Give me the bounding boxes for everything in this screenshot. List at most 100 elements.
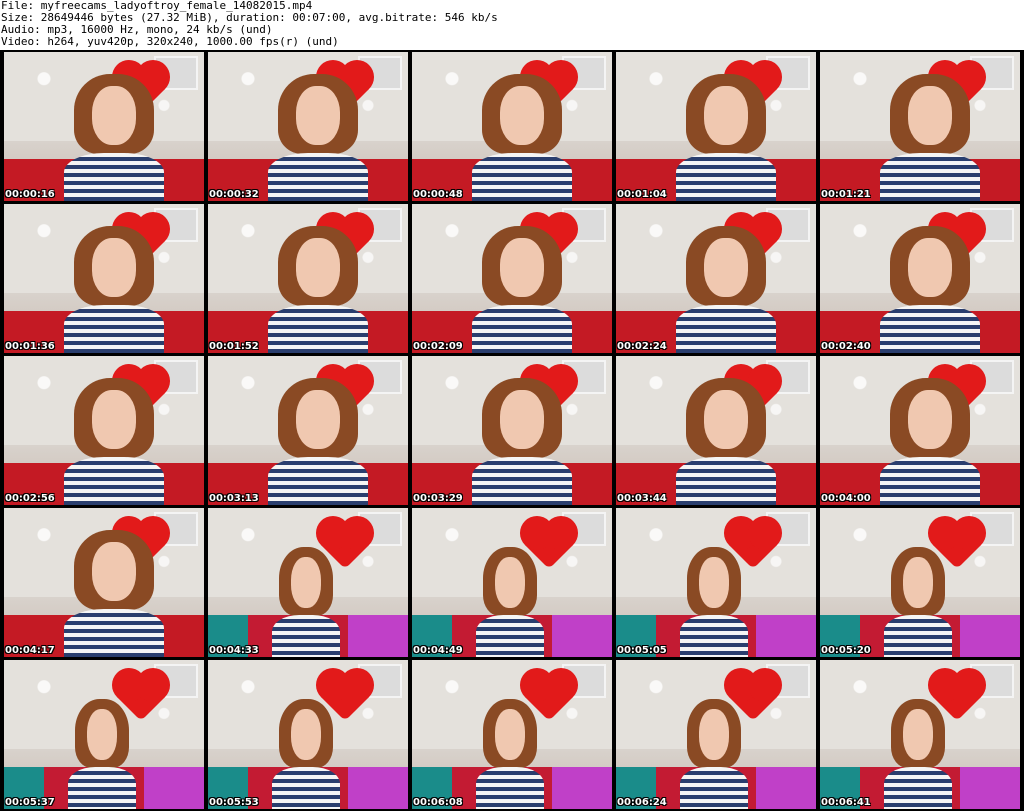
face: [495, 709, 525, 761]
timestamp-label: 00:01:52: [209, 341, 259, 352]
timestamp-label: 00:03:13: [209, 493, 259, 504]
face: [495, 557, 525, 609]
striped-shirt: [272, 767, 340, 809]
person: [680, 541, 748, 657]
video-thumbnail: 00:04:00: [820, 356, 1020, 505]
striped-shirt: [476, 615, 544, 657]
video-thumbnail: 00:01:04: [616, 52, 816, 201]
timestamp-label: 00:00:16: [5, 189, 55, 200]
timestamp-label: 00:05:20: [821, 645, 871, 656]
face: [704, 237, 748, 297]
face: [903, 709, 933, 761]
video-thumbnail: 00:02:24: [616, 204, 816, 353]
face: [92, 541, 136, 601]
file-info-header: File: myfreecams_ladyoftroy_female_14082…: [0, 0, 1024, 50]
timestamp-label: 00:01:04: [617, 189, 667, 200]
person: [272, 693, 340, 809]
person: [676, 371, 776, 505]
video-thumbnail: 00:05:20: [820, 508, 1020, 657]
face: [92, 237, 136, 297]
video-thumbnail: 00:06:24: [616, 660, 816, 809]
face: [500, 85, 544, 145]
striped-shirt: [272, 615, 340, 657]
timestamp-label: 00:04:17: [5, 645, 55, 656]
timestamp-label: 00:04:00: [821, 493, 871, 504]
striped-shirt: [472, 152, 572, 201]
person: [268, 67, 368, 201]
face: [908, 389, 952, 449]
striped-shirt: [64, 304, 164, 353]
face: [291, 709, 321, 761]
video-thumbnail: 00:03:44: [616, 356, 816, 505]
face: [92, 85, 136, 145]
striped-shirt: [268, 152, 368, 201]
thumbnail-grid: 00:00:16 00:00:32 00:00:48 00:01:04 00:01:21…: [0, 50, 1024, 811]
striped-shirt: [476, 767, 544, 809]
timestamp-label: 00:01:21: [821, 189, 871, 200]
video-thumbnail: 00:06:41: [820, 660, 1020, 809]
striped-shirt: [676, 152, 776, 201]
striped-shirt: [64, 152, 164, 201]
person: [268, 219, 368, 353]
striped-shirt: [880, 152, 980, 201]
timestamp-label: 00:03:29: [413, 493, 463, 504]
timestamp-label: 00:02:40: [821, 341, 871, 352]
person: [472, 219, 572, 353]
striped-shirt: [68, 767, 136, 809]
person: [272, 541, 340, 657]
person: [472, 67, 572, 201]
face: [704, 389, 748, 449]
timestamp-label: 00:01:36: [5, 341, 55, 352]
striped-shirt: [268, 456, 368, 505]
striped-shirt: [64, 608, 164, 657]
video-thumbnail: 00:04:49: [412, 508, 612, 657]
person: [472, 371, 572, 505]
person: [880, 219, 980, 353]
face: [92, 389, 136, 449]
face: [500, 237, 544, 297]
person: [64, 67, 164, 201]
timestamp-label: 00:05:53: [209, 797, 259, 808]
striped-shirt: [880, 304, 980, 353]
face: [699, 557, 729, 609]
video-thumbnail: 00:00:48: [412, 52, 612, 201]
striped-shirt: [676, 304, 776, 353]
person: [884, 693, 952, 809]
video-thumbnail: 00:06:08: [412, 660, 612, 809]
video-line: Video: h264, yuv420p, 320x240, 1000.00 f…: [1, 35, 339, 48]
striped-shirt: [268, 304, 368, 353]
striped-shirt: [676, 456, 776, 505]
person: [676, 67, 776, 201]
striped-shirt: [884, 615, 952, 657]
person: [68, 693, 136, 809]
video-thumbnail: 00:00:16: [4, 52, 204, 201]
face: [500, 389, 544, 449]
video-thumbnail: 00:00:32: [208, 52, 408, 201]
timestamp-label: 00:05:05: [617, 645, 667, 656]
timestamp-label: 00:00:32: [209, 189, 259, 200]
striped-shirt: [884, 767, 952, 809]
video-thumbnail: 00:02:56: [4, 356, 204, 505]
face: [903, 557, 933, 609]
video-thumbnail: 00:01:21: [820, 52, 1020, 201]
timestamp-label: 00:03:44: [617, 493, 667, 504]
video-thumbnail: 00:05:37: [4, 660, 204, 809]
timestamp-label: 00:06:41: [821, 797, 871, 808]
face: [704, 85, 748, 145]
striped-shirt: [472, 456, 572, 505]
person: [64, 371, 164, 505]
timestamp-label: 00:04:49: [413, 645, 463, 656]
person: [268, 371, 368, 505]
video-thumbnail: 00:03:29: [412, 356, 612, 505]
timestamp-label: 00:06:24: [617, 797, 667, 808]
person: [676, 219, 776, 353]
timestamp-label: 00:00:48: [413, 189, 463, 200]
video-thumbnail: 00:04:17: [4, 508, 204, 657]
timestamp-label: 00:02:09: [413, 341, 463, 352]
person: [476, 693, 544, 809]
face: [699, 709, 729, 761]
video-thumbnail: 00:01:36: [4, 204, 204, 353]
video-thumbnail: 00:03:13: [208, 356, 408, 505]
face: [908, 85, 952, 145]
person: [880, 371, 980, 505]
